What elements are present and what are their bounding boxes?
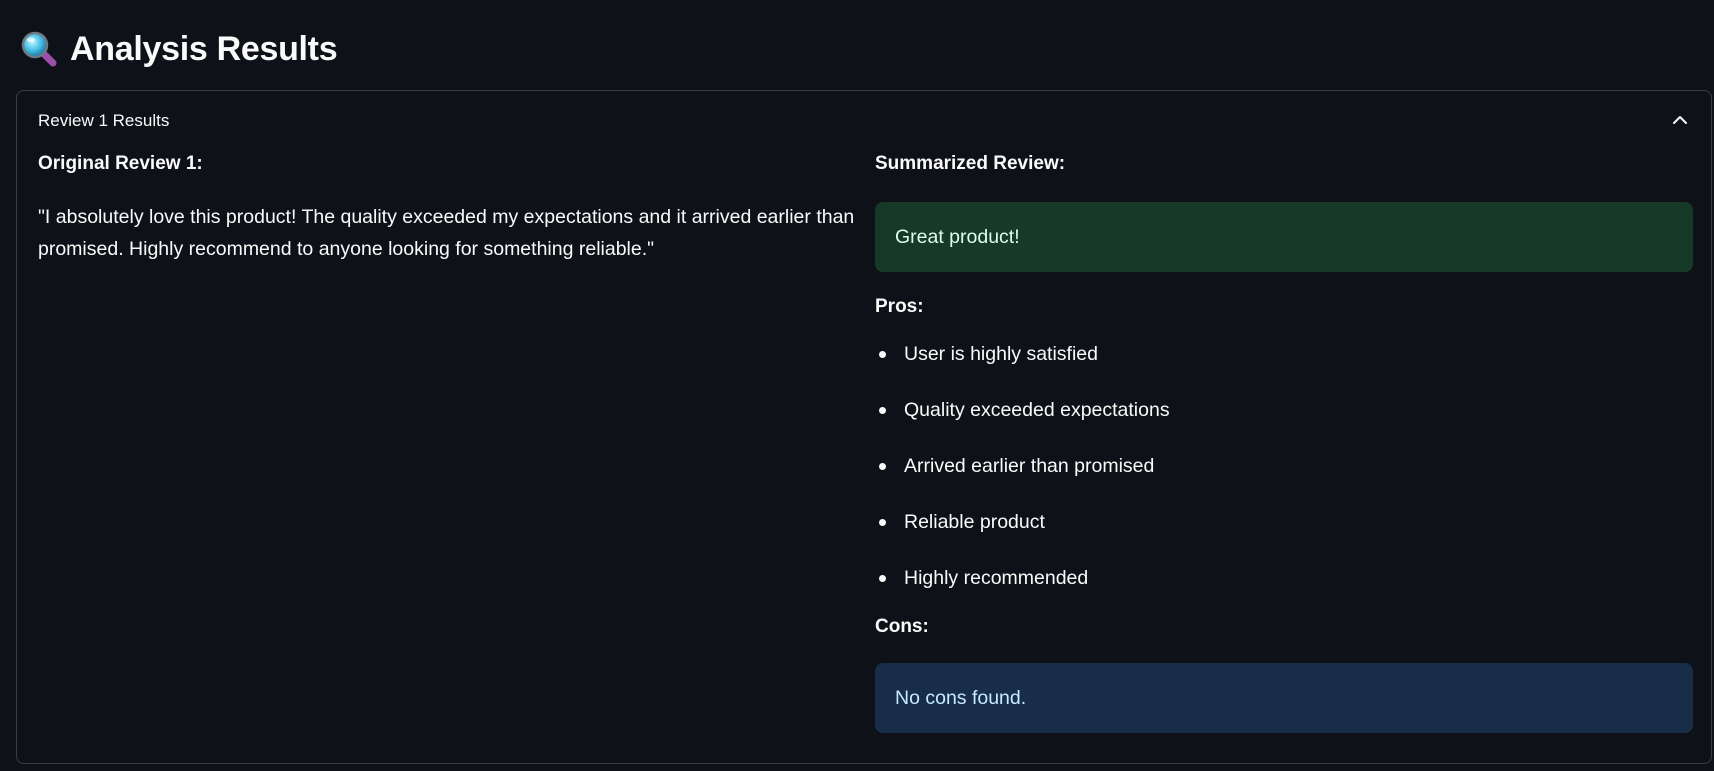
pros-list-item: User is highly satisfied <box>875 342 1693 398</box>
page-title: Analysis Results <box>70 29 338 68</box>
pros-list-item: Reliable product <box>875 510 1693 566</box>
bullet-icon <box>879 519 886 526</box>
pros-heading: Pros: <box>875 296 924 317</box>
expander-header[interactable]: Review 1 Results <box>17 91 1711 149</box>
pros-item-text: Reliable product <box>904 511 1045 533</box>
bullet-icon <box>879 575 886 582</box>
page-header: Analysis Results <box>20 26 338 72</box>
pros-list-item: Arrived earlier than promised <box>875 454 1693 510</box>
chevron-up-icon[interactable] <box>1671 111 1689 129</box>
bullet-icon <box>879 463 886 470</box>
pros-item-text: User is highly satisfied <box>904 343 1098 365</box>
summary-column: Summarized Review: Great product! Pros: … <box>875 153 1693 733</box>
pros-item-text: Highly recommended <box>904 567 1089 589</box>
review-expander: Review 1 Results Original Review 1: "I a… <box>16 90 1712 764</box>
pros-item-text: Quality exceeded expectations <box>904 399 1170 421</box>
pros-item-text: Arrived earlier than promised <box>904 455 1155 477</box>
bullet-icon <box>879 407 886 414</box>
pros-list: User is highly satisfied Quality exceede… <box>875 342 1693 622</box>
magnifying-glass-icon <box>20 30 58 68</box>
original-review-column: Original Review 1: "I absolutely love th… <box>38 153 858 265</box>
pros-list-item: Highly recommended <box>875 566 1693 622</box>
original-review-text: "I absolutely love this product! The qua… <box>38 206 855 260</box>
app-page: Analysis Results Review 1 Results Origin… <box>0 0 1714 771</box>
expander-label: Review 1 Results <box>38 111 170 130</box>
summary-success-alert: Great product! <box>875 202 1693 272</box>
pros-list-item: Quality exceeded expectations <box>875 398 1693 454</box>
summary-text: Great product! <box>895 225 1020 248</box>
bullet-icon <box>879 351 886 358</box>
original-review-heading: Original Review 1: <box>38 153 203 174</box>
cons-info-alert: No cons found. <box>875 663 1693 733</box>
cons-text: No cons found. <box>895 686 1027 709</box>
summarized-review-heading: Summarized Review: <box>875 153 1066 174</box>
